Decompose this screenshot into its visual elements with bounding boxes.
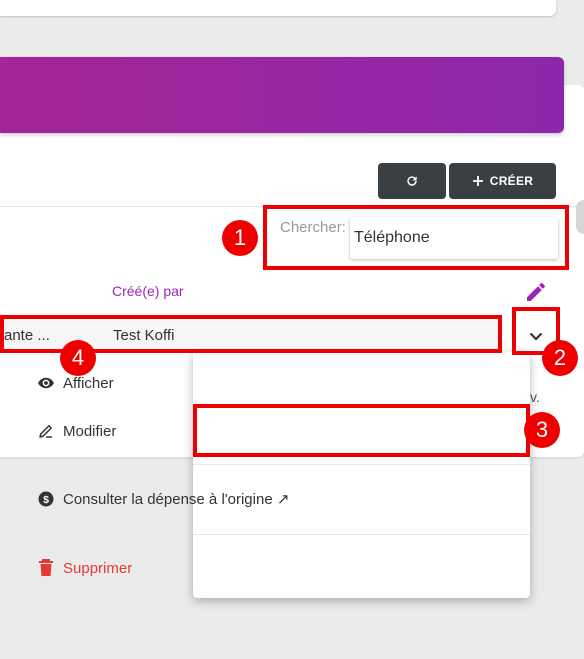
menu-item-consulter-origine[interactable]: $ Consulter la dépense à l'origine ↗: [0, 488, 337, 510]
pencil-icon[interactable]: [524, 280, 548, 304]
menu-item-label: Modifier: [63, 422, 117, 440]
menu-item-afficher[interactable]: Afficher: [0, 372, 337, 394]
highlight-modifier: [193, 404, 530, 457]
trash-icon: [37, 559, 55, 577]
plus-icon: [472, 175, 484, 187]
card-header-banner: [0, 57, 564, 133]
column-header-created-by[interactable]: Créé(e) par: [112, 283, 184, 299]
pen-icon: [37, 422, 55, 440]
refresh-icon: [405, 174, 419, 188]
menu-item-label: Consulter la dépense à l'origine ↗: [63, 491, 290, 508]
menu-item-label: Supprimer: [63, 559, 133, 577]
menu-divider: [193, 534, 530, 535]
edge-scroll-handle[interactable]: [576, 200, 584, 234]
create-button-label: CRÉER: [489, 174, 534, 188]
refresh-button[interactable]: [378, 163, 446, 199]
dollar-circle-icon: $: [37, 490, 55, 508]
top-card: [0, 0, 556, 16]
menu-item-label: Afficher: [63, 374, 114, 392]
truncated-cell-text: v.: [530, 389, 540, 405]
step-badge-1: 1: [222, 220, 258, 256]
step-badge-4: 4: [60, 340, 96, 376]
eye-icon: [37, 374, 55, 392]
step-badge-3: 3: [524, 412, 560, 448]
svg-text:$: $: [43, 494, 49, 506]
step-badge-2: 2: [542, 340, 578, 376]
create-button[interactable]: CRÉER: [449, 163, 556, 199]
menu-item-supprimer[interactable]: Supprimer: [0, 557, 337, 579]
menu-divider: [193, 464, 530, 465]
highlight-search: [263, 205, 569, 270]
